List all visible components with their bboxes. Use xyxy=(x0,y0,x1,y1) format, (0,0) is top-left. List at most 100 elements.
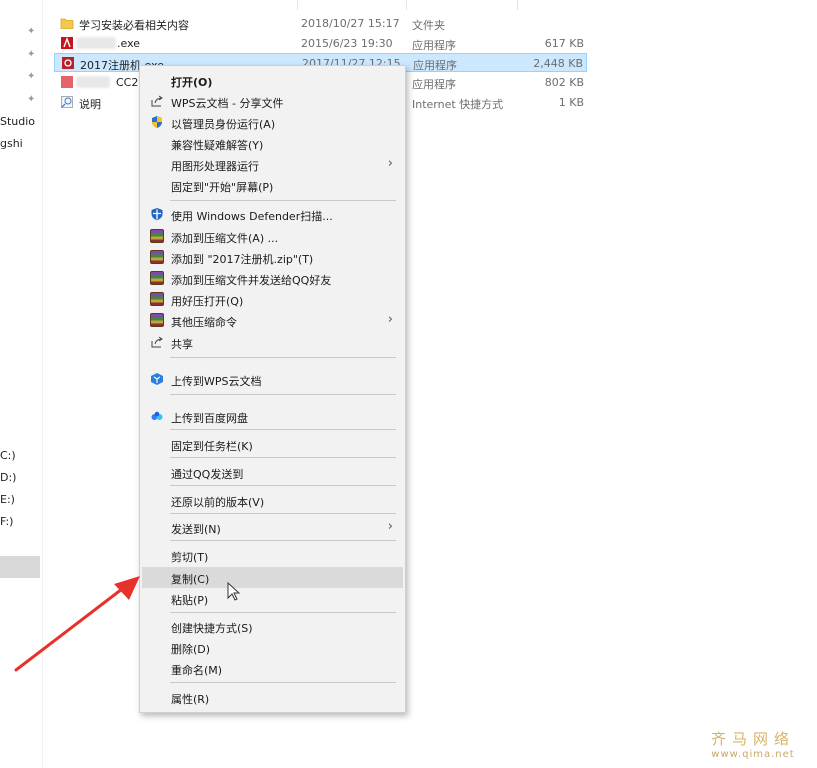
menu-item-label: 兼容性疑难解答(Y) xyxy=(171,139,264,152)
wps-cloud-icon xyxy=(151,373,163,385)
menu-item-label: 共享 xyxy=(171,338,193,351)
menu-item-label: 添加到压缩文件并发送给QQ好友 xyxy=(171,274,332,287)
menu-item-defender-scan[interactable]: 使用 Windows Defender扫描... xyxy=(142,204,403,225)
menu-item-gpu-run[interactable]: 用图形处理器运行 › xyxy=(142,154,403,175)
menu-item-label: 上传到百度网盘 xyxy=(171,412,248,425)
file-date: 2015/6/23 19:30 xyxy=(301,37,393,50)
menu-item-run-as-admin[interactable]: 以管理员身份运行(A) xyxy=(142,112,403,133)
file-row[interactable]: 学习安装必看相关内容 2018/10/27 15:17 文件夹 xyxy=(54,14,587,33)
menu-item-other-compress[interactable]: 其他压缩命令 › xyxy=(142,310,403,331)
menu-item-label: 发送到(N) xyxy=(171,523,221,536)
nav-item-label[interactable]: Studio xyxy=(0,115,35,128)
column-separator[interactable] xyxy=(517,0,518,10)
menu-item-upload-baidu[interactable]: 上传到百度网盘 xyxy=(142,406,403,427)
folder-icon xyxy=(60,18,74,29)
menu-item-label: 创建快捷方式(S) xyxy=(171,622,253,635)
menu-separator xyxy=(170,357,396,358)
file-size: 617 KB xyxy=(544,37,584,50)
menu-item-troubleshoot[interactable]: 兼容性疑难解答(Y) xyxy=(142,133,403,154)
column-separator[interactable] xyxy=(406,0,407,10)
uac-shield-icon xyxy=(152,116,162,128)
menu-item-label: 粘贴(P) xyxy=(171,594,209,607)
menu-item-label: 打开(O) xyxy=(171,76,213,89)
pin-icon: ✦ xyxy=(27,94,36,105)
menu-item-label: 添加到压缩文件(A) ... xyxy=(171,232,279,245)
file-type: 应用程序 xyxy=(412,78,456,91)
archive-icon xyxy=(150,292,164,306)
drive-c-label[interactable]: C:) xyxy=(0,449,16,462)
annotation-arrow xyxy=(14,576,140,672)
menu-item-upload-wps[interactable]: 上传到WPS云文档 xyxy=(142,369,403,390)
submenu-chevron-icon: › xyxy=(387,519,393,534)
file-name: 说明 xyxy=(79,98,101,111)
pin-icon: ✦ xyxy=(27,49,36,60)
file-name: 学习安装必看相关内容 xyxy=(79,19,189,32)
submenu-chevron-icon: › xyxy=(387,156,393,171)
menu-item-rename[interactable]: 重命名(M) xyxy=(142,658,403,679)
menu-item-create-shortcut[interactable]: 创建快捷方式(S) xyxy=(142,616,403,637)
menu-item-pin-start[interactable]: 固定到"开始"屏幕(P) xyxy=(142,175,403,196)
menu-separator xyxy=(170,540,396,541)
file-type: 应用程序 xyxy=(412,39,456,52)
file-size: 2,448 KB xyxy=(533,57,583,70)
menu-item-label: 使用 Windows Defender扫描... xyxy=(171,210,333,223)
archive-icon xyxy=(150,271,164,285)
menu-item-label: 固定到"开始"屏幕(P) xyxy=(171,181,274,194)
menu-item-send-qq[interactable]: 通过QQ发送到 xyxy=(142,462,403,483)
menu-item-label: 用好压打开(Q) xyxy=(171,295,244,308)
watermark: 齐马网络 www.qima.net xyxy=(711,728,795,760)
menu-item-label: 用图形处理器运行 xyxy=(171,160,259,173)
watermark-cn: 齐马网络 xyxy=(710,730,795,748)
menu-item-label: 通过QQ发送到 xyxy=(171,468,244,481)
file-type: 文件夹 xyxy=(412,19,445,32)
drive-e-label[interactable]: E:) xyxy=(0,493,15,506)
menu-item-delete[interactable]: 删除(D) xyxy=(142,637,403,658)
nav-item-label[interactable]: gshi xyxy=(0,137,23,150)
file-date: 2018/10/27 15:17 xyxy=(301,17,400,30)
archive-icon xyxy=(150,313,164,327)
submenu-chevron-icon: › xyxy=(387,312,393,327)
menu-item-label: 重命名(M) xyxy=(171,664,223,677)
file-size: 802 KB xyxy=(544,76,584,89)
menu-item-copy[interactable]: 复制(C) xyxy=(142,567,403,588)
file-type: 应用程序 xyxy=(413,59,457,72)
menu-item-share[interactable]: 共享 xyxy=(142,332,403,353)
redacted-filename xyxy=(76,37,116,49)
menu-item-label: 属性(R) xyxy=(171,693,210,706)
internet-shortcut-icon xyxy=(61,96,73,108)
pin-icon: ✦ xyxy=(27,71,36,82)
menu-item-add-archive[interactable]: 添加到压缩文件(A) ... xyxy=(142,226,403,247)
menu-item-properties[interactable]: 属性(R) xyxy=(142,687,403,708)
menu-separator xyxy=(170,485,396,486)
menu-item-label: WPS云文档 - 分享文件 xyxy=(171,97,284,110)
redacted-filename xyxy=(76,76,110,88)
keygen-exe-icon xyxy=(62,57,74,69)
menu-item-archive-send-qq[interactable]: 添加到压缩文件并发送给QQ好友 xyxy=(142,268,403,289)
adobe-exe-icon xyxy=(61,37,73,49)
menu-item-label: 固定到任务栏(K) xyxy=(171,440,253,453)
menu-item-restore-versions[interactable]: 还原以前的版本(V) xyxy=(142,490,403,511)
archive-icon xyxy=(150,229,164,243)
menu-item-open-haozip[interactable]: 用好压打开(Q) xyxy=(142,289,403,310)
menu-separator xyxy=(170,612,396,613)
menu-item-label: 其他压缩命令 xyxy=(171,316,237,329)
file-type: Internet 快捷方式 xyxy=(412,98,504,111)
menu-item-paste[interactable]: 粘贴(P) xyxy=(142,588,403,609)
menu-item-cut[interactable]: 剪切(T) xyxy=(142,545,403,566)
menu-item-add-zip[interactable]: 添加到 "2017注册机.zip"(T) xyxy=(142,247,403,268)
menu-separator xyxy=(170,457,396,458)
drive-f-label[interactable]: F:) xyxy=(0,515,13,528)
watermark-en: www.qima.net xyxy=(711,749,795,760)
menu-item-open[interactable]: 打开(O) xyxy=(142,70,403,91)
menu-separator xyxy=(170,394,396,395)
menu-item-send-to[interactable]: 发送到(N) › xyxy=(142,517,403,538)
drive-d-label[interactable]: D:) xyxy=(0,471,16,484)
menu-item-wps-share[interactable]: WPS云文档 - 分享文件 xyxy=(142,91,403,112)
menu-item-label: 还原以前的版本(V) xyxy=(171,496,265,509)
file-row[interactable]: .exe 2015/6/23 19:30 应用程序 617 KB xyxy=(54,34,587,53)
share-icon xyxy=(151,95,163,107)
column-separator[interactable] xyxy=(297,0,298,10)
file-name: .exe xyxy=(117,37,141,50)
menu-item-pin-taskbar[interactable]: 固定到任务栏(K) xyxy=(142,434,403,455)
context-menu[interactable]: 打开(O) WPS云文档 - 分享文件 以管理员身份运行(A) 兼容性疑难解答(… xyxy=(139,65,406,713)
